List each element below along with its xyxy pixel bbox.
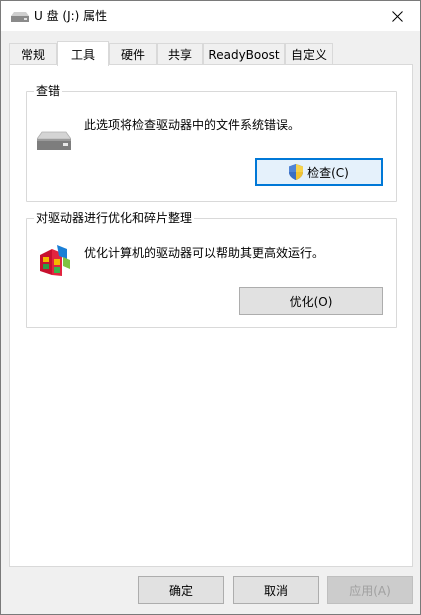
optimize-button[interactable]: 优化(O) xyxy=(239,287,383,315)
tab-hardware[interactable]: 硬件 xyxy=(109,43,157,65)
error-checking-description: 此选项将检查驱动器中的文件系统错误。 xyxy=(84,118,301,132)
tab-sharing[interactable]: 共享 xyxy=(157,43,203,65)
ok-button[interactable]: 确定 xyxy=(138,576,224,604)
tab-tools[interactable]: 工具 xyxy=(57,41,109,66)
drive-icon xyxy=(36,131,72,154)
optimize-group: 对驱动器进行优化和碎片整理 优化计算机的驱动器可以帮助其更高效运行。 优化(O) xyxy=(26,210,397,328)
close-icon xyxy=(391,10,403,22)
tab-customize[interactable]: 自定义 xyxy=(285,43,333,65)
tab-page-tools: 查错 此选项将检查驱动器中的文件系统错误。 检查(C) 对驱动器进行优化和碎片整… xyxy=(9,64,413,567)
cancel-button[interactable]: 取消 xyxy=(233,576,319,604)
window-title: U 盘 (J:) 属性 xyxy=(34,9,108,23)
tab-readyboost[interactable]: ReadyBoost xyxy=(203,43,285,65)
apply-button[interactable]: 应用(A) xyxy=(327,576,413,604)
properties-dialog: U 盘 (J:) 属性 常规 工具 硬件 共享 ReadyBoost 自定义 查… xyxy=(0,0,421,615)
error-checking-group: 查错 此选项将检查驱动器中的文件系统错误。 检查(C) xyxy=(26,83,397,202)
title-bar: U 盘 (J:) 属性 xyxy=(1,1,420,31)
check-button-label: 检查(C) xyxy=(307,165,349,180)
drive-icon xyxy=(11,11,29,22)
tab-general[interactable]: 常规 xyxy=(9,43,57,65)
group-title-error-checking: 查错 xyxy=(34,83,63,99)
uac-shield-icon xyxy=(289,164,304,180)
close-button[interactable] xyxy=(374,1,420,31)
check-button[interactable]: 检查(C) xyxy=(255,158,383,186)
optimize-description: 优化计算机的驱动器可以帮助其更高效运行。 xyxy=(84,246,325,260)
defrag-icon xyxy=(37,243,71,280)
group-title-optimize: 对驱动器进行优化和碎片整理 xyxy=(34,210,195,226)
tab-strip: 常规 工具 硬件 共享 ReadyBoost 自定义 xyxy=(9,41,413,66)
